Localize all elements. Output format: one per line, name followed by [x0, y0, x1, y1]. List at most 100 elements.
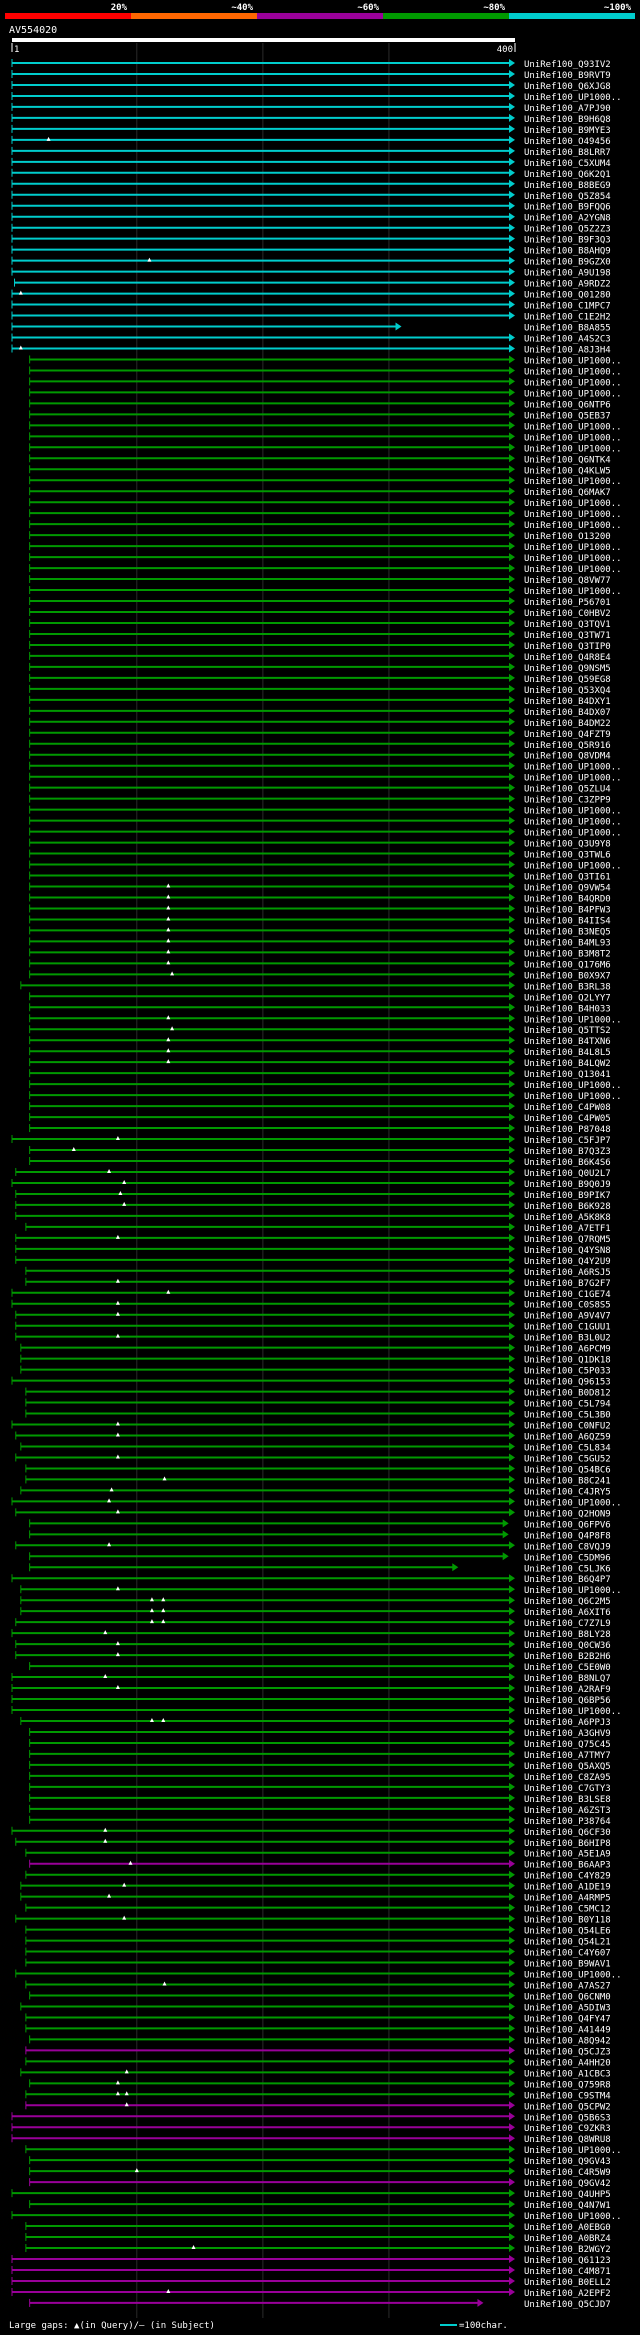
alignment-row[interactable]: UniRef100_B7Q3Z3 [29, 1146, 611, 1157]
hit-label[interactable]: UniRef100_UP1000.. [524, 1015, 622, 1025]
hit-label[interactable]: UniRef100_UP1000.. [524, 1498, 622, 1508]
alignment-row[interactable]: UniRef100_UP1000.. [29, 432, 622, 443]
alignment-row[interactable]: UniRef100_B9RVT9 [11, 69, 611, 81]
alignment-row[interactable]: UniRef100_A1DE19 [20, 1881, 611, 1893]
hit-label[interactable]: UniRef100_Q3U9Y8 [524, 840, 611, 850]
alignment-row[interactable]: UniRef100_Q8VDM4 [29, 750, 611, 762]
alignment-row[interactable]: UniRef100_C5L794 [25, 1398, 611, 1410]
alignment-row[interactable]: UniRef100_Q5B6S3 [11, 2112, 611, 2123]
hit-label[interactable]: UniRef100_Q0CW36 [524, 1641, 611, 1651]
hit-label[interactable]: UniRef100_UP1000.. [524, 1971, 622, 1981]
alignment-row[interactable]: UniRef100_Q3TWL6 [29, 849, 611, 861]
hit-label[interactable]: UniRef100_Q3TW71 [524, 631, 611, 641]
hit-label[interactable]: UniRef100_B4DXY1 [524, 697, 611, 707]
alignment-row[interactable]: UniRef100_UP1000.. [11, 1497, 622, 1508]
hit-label[interactable]: UniRef100_Q5Z854 [524, 192, 611, 202]
hit-label[interactable]: UniRef100_A9V4V7 [524, 1312, 611, 1322]
alignment-row[interactable]: UniRef100_C4PW05 [29, 1113, 611, 1124]
alignment-row[interactable]: UniRef100_B3M8T2 [29, 948, 611, 959]
hit-label[interactable]: UniRef100_Q8VDM4 [524, 752, 611, 762]
hit-label[interactable]: UniRef100_UP1000.. [524, 1092, 622, 1102]
alignment-row[interactable]: UniRef100_B2B2H6 [15, 1651, 611, 1662]
alignment-row[interactable]: UniRef100_UP1000.. [29, 443, 622, 454]
hit-label[interactable]: UniRef100_UP1000.. [524, 422, 622, 432]
hit-label[interactable]: UniRef100_B8LRR7 [524, 148, 611, 158]
alignment-row[interactable]: UniRef100_Q53XQ4 [29, 684, 611, 696]
alignment-row[interactable]: UniRef100_UP1000.. [29, 860, 622, 872]
alignment-row[interactable]: UniRef100_C5XUM4 [11, 157, 611, 169]
alignment-row[interactable]: UniRef100_A6PCM9 [20, 1343, 611, 1355]
alignment-row[interactable]: UniRef100_C5L3B0 [25, 1409, 611, 1421]
alignment-row[interactable]: UniRef100_Q6CNM0 [29, 1991, 611, 2002]
hit-label[interactable]: UniRef100_UP1000.. [524, 543, 622, 553]
hit-label[interactable]: UniRef100_A7AS27 [524, 1982, 611, 1992]
alignment-row[interactable]: UniRef100_A2RAF9 [11, 1684, 611, 1695]
alignment-row[interactable]: UniRef100_Q9VW54 [29, 882, 611, 894]
hit-label[interactable]: UniRef100_Q6XJG8 [524, 82, 611, 92]
alignment-row[interactable]: UniRef100_B6K4S6 [29, 1157, 611, 1168]
alignment-row[interactable]: UniRef100_A8Q942 [29, 2035, 611, 2046]
alignment-row[interactable]: UniRef100_A7ETF1 [25, 1222, 611, 1234]
hit-label[interactable]: UniRef100_Q5AXQ5 [524, 1762, 611, 1772]
alignment-row[interactable]: UniRef100_UP1000.. [29, 355, 622, 366]
alignment-row[interactable]: UniRef100_B8AHQ9 [11, 245, 611, 257]
hit-label[interactable]: UniRef100_B7Q3Z3 [524, 1147, 611, 1157]
alignment-row[interactable]: UniRef100_UP1000.. [29, 1091, 622, 1102]
hit-label[interactable]: UniRef100_B4IIS4 [524, 916, 611, 926]
hit-label[interactable]: UniRef100_UP1000.. [524, 554, 622, 564]
alignment-row[interactable]: UniRef100_A4RMP5 [20, 1892, 611, 1904]
hit-label[interactable]: UniRef100_C4M871 [524, 2267, 611, 2277]
hit-label[interactable]: UniRef100_Q5CJD7 [524, 2300, 611, 2310]
alignment-row[interactable]: UniRef100_C0NFU2 [11, 1420, 611, 1432]
hit-label[interactable]: UniRef100_C5L3B0 [524, 1411, 611, 1421]
hit-label[interactable]: UniRef100_B8A855 [524, 324, 611, 334]
hit-label[interactable]: UniRef100_B9PIK7 [524, 1191, 611, 1201]
hit-label[interactable]: UniRef100_Q9VW54 [524, 884, 611, 894]
alignment-row[interactable]: UniRef100_UP1000.. [29, 827, 622, 839]
alignment-row[interactable]: UniRef100_B4ML93 [29, 937, 611, 948]
alignment-row[interactable]: UniRef100_B4DXY1 [29, 695, 611, 707]
hit-label[interactable]: UniRef100_Q8VW77 [524, 576, 611, 586]
hit-label[interactable]: UniRef100_B0D812 [524, 1389, 611, 1399]
alignment-row[interactable]: UniRef100_UP1000.. [11, 91, 622, 103]
hit-label[interactable]: UniRef100_Q4N7W1 [524, 2201, 611, 2211]
hit-label[interactable]: UniRef100_C1GUU1 [524, 1323, 611, 1333]
alignment-row[interactable]: UniRef100_Q9NSM5 [29, 662, 611, 674]
alignment-row[interactable]: UniRef100_Q2HON9 [15, 1508, 611, 1519]
hit-label[interactable]: UniRef100_Q5CJZ3 [524, 2047, 611, 2057]
hit-label[interactable]: UniRef100_A3GHV9 [524, 1729, 611, 1739]
hit-label[interactable]: UniRef100_Q3TQV1 [524, 620, 611, 630]
alignment-row[interactable]: UniRef100_C8ZA95 [29, 1771, 611, 1783]
alignment-row[interactable]: UniRef100_C5P033 [20, 1365, 611, 1377]
alignment-row[interactable]: UniRef100_C4Y829 [25, 1870, 611, 1882]
alignment-row[interactable]: UniRef100_UP1000.. [29, 520, 622, 531]
hit-label[interactable]: UniRef100_Q759R8 [524, 2080, 611, 2090]
hit-label[interactable]: UniRef100_Q61123 [524, 2256, 611, 2266]
hit-label[interactable]: UniRef100_B4DX07 [524, 708, 611, 718]
hit-label[interactable]: UniRef100_C5L794 [524, 1400, 611, 1410]
hit-label[interactable]: UniRef100_B4LQW2 [524, 1059, 611, 1069]
hit-label[interactable]: UniRef100_B4TXN6 [524, 1037, 611, 1047]
alignment-row[interactable]: UniRef100_B4PFW3 [29, 904, 611, 915]
hit-label[interactable]: UniRef100_B4L8L5 [524, 1048, 611, 1058]
alignment-row[interactable]: UniRef100_B6K928 [15, 1200, 611, 1212]
hit-label[interactable]: UniRef100_UP1000.. [524, 1707, 622, 1717]
alignment-row[interactable]: UniRef100_B8NLQ7 [11, 1673, 611, 1684]
hit-label[interactable]: UniRef100_A5DIW3 [524, 2003, 611, 2013]
alignment-row[interactable]: UniRef100_B0Y118 [15, 1914, 611, 1926]
alignment-row[interactable]: UniRef100_Q176M6 [29, 959, 611, 970]
hit-label[interactable]: UniRef100_B0Y118 [524, 1916, 611, 1926]
hit-label[interactable]: UniRef100_C4PW08 [524, 1103, 611, 1113]
alignment-row[interactable]: UniRef100_A6ZST3 [29, 1804, 611, 1816]
alignment-row[interactable]: UniRef100_C5E0W0 [29, 1662, 611, 1673]
alignment-row[interactable]: UniRef100_B4IIS4 [29, 915, 611, 926]
hit-label[interactable]: UniRef100_B3NEQ5 [524, 927, 611, 937]
alignment-row[interactable]: UniRef100_B4QRD0 [29, 893, 611, 904]
hit-label[interactable]: UniRef100_UP1000.. [524, 2212, 622, 2222]
alignment-row[interactable]: UniRef100_A6XIT6 [20, 1607, 611, 1618]
hit-label[interactable]: UniRef100_P38764 [524, 1817, 611, 1827]
alignment-row[interactable]: UniRef100_A9U198 [11, 267, 611, 279]
hit-label[interactable]: UniRef100_C5XUM4 [524, 159, 611, 169]
hit-label[interactable]: UniRef100_O49456 [524, 137, 611, 147]
hit-label[interactable]: UniRef100_C1E2H2 [524, 313, 611, 323]
